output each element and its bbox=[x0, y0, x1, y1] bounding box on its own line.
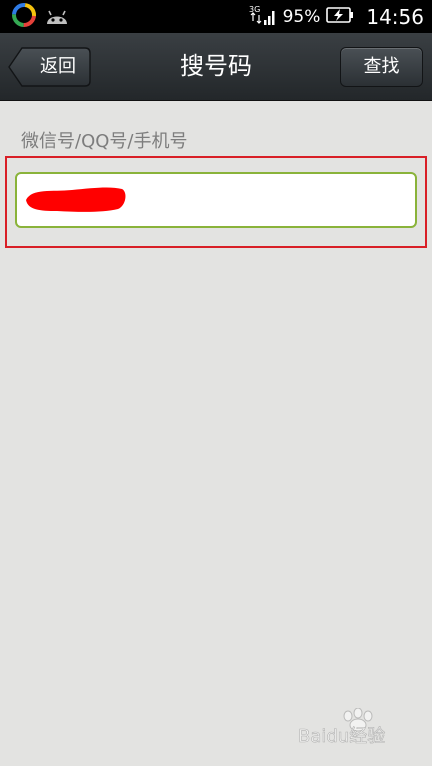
notification-icons bbox=[12, 3, 70, 31]
status-right: 3G 95% 14:56 bbox=[249, 0, 424, 33]
android-robot-icon bbox=[44, 4, 70, 30]
status-bar: 3G 95% 14:56 bbox=[0, 0, 432, 33]
find-button[interactable]: 查找 bbox=[340, 47, 423, 87]
wandoujia-app-icon bbox=[12, 3, 36, 31]
redaction-scribble bbox=[26, 187, 126, 212]
signal-icon: 3G bbox=[249, 3, 277, 31]
search-field-label: 微信号/QQ号/手机号 bbox=[21, 131, 188, 152]
baidu-jingyan-watermark: Baidu经验 bbox=[296, 708, 406, 748]
battery-percent: 95% bbox=[282, 6, 321, 27]
back-button[interactable]: 返回 bbox=[8, 47, 91, 87]
network-type-label: 3G bbox=[249, 5, 260, 14]
baidu-paw-icon: Baidu经验 bbox=[298, 708, 386, 747]
battery-charging-icon bbox=[326, 6, 354, 28]
page-title: 搜号码 bbox=[180, 52, 252, 80]
watermark-text: Baidu经验 bbox=[298, 726, 385, 747]
back-button-label: 返回 bbox=[40, 56, 76, 77]
title-bar: 返回 搜号码 查找 bbox=[0, 33, 432, 101]
status-time: 14:56 bbox=[366, 4, 424, 29]
